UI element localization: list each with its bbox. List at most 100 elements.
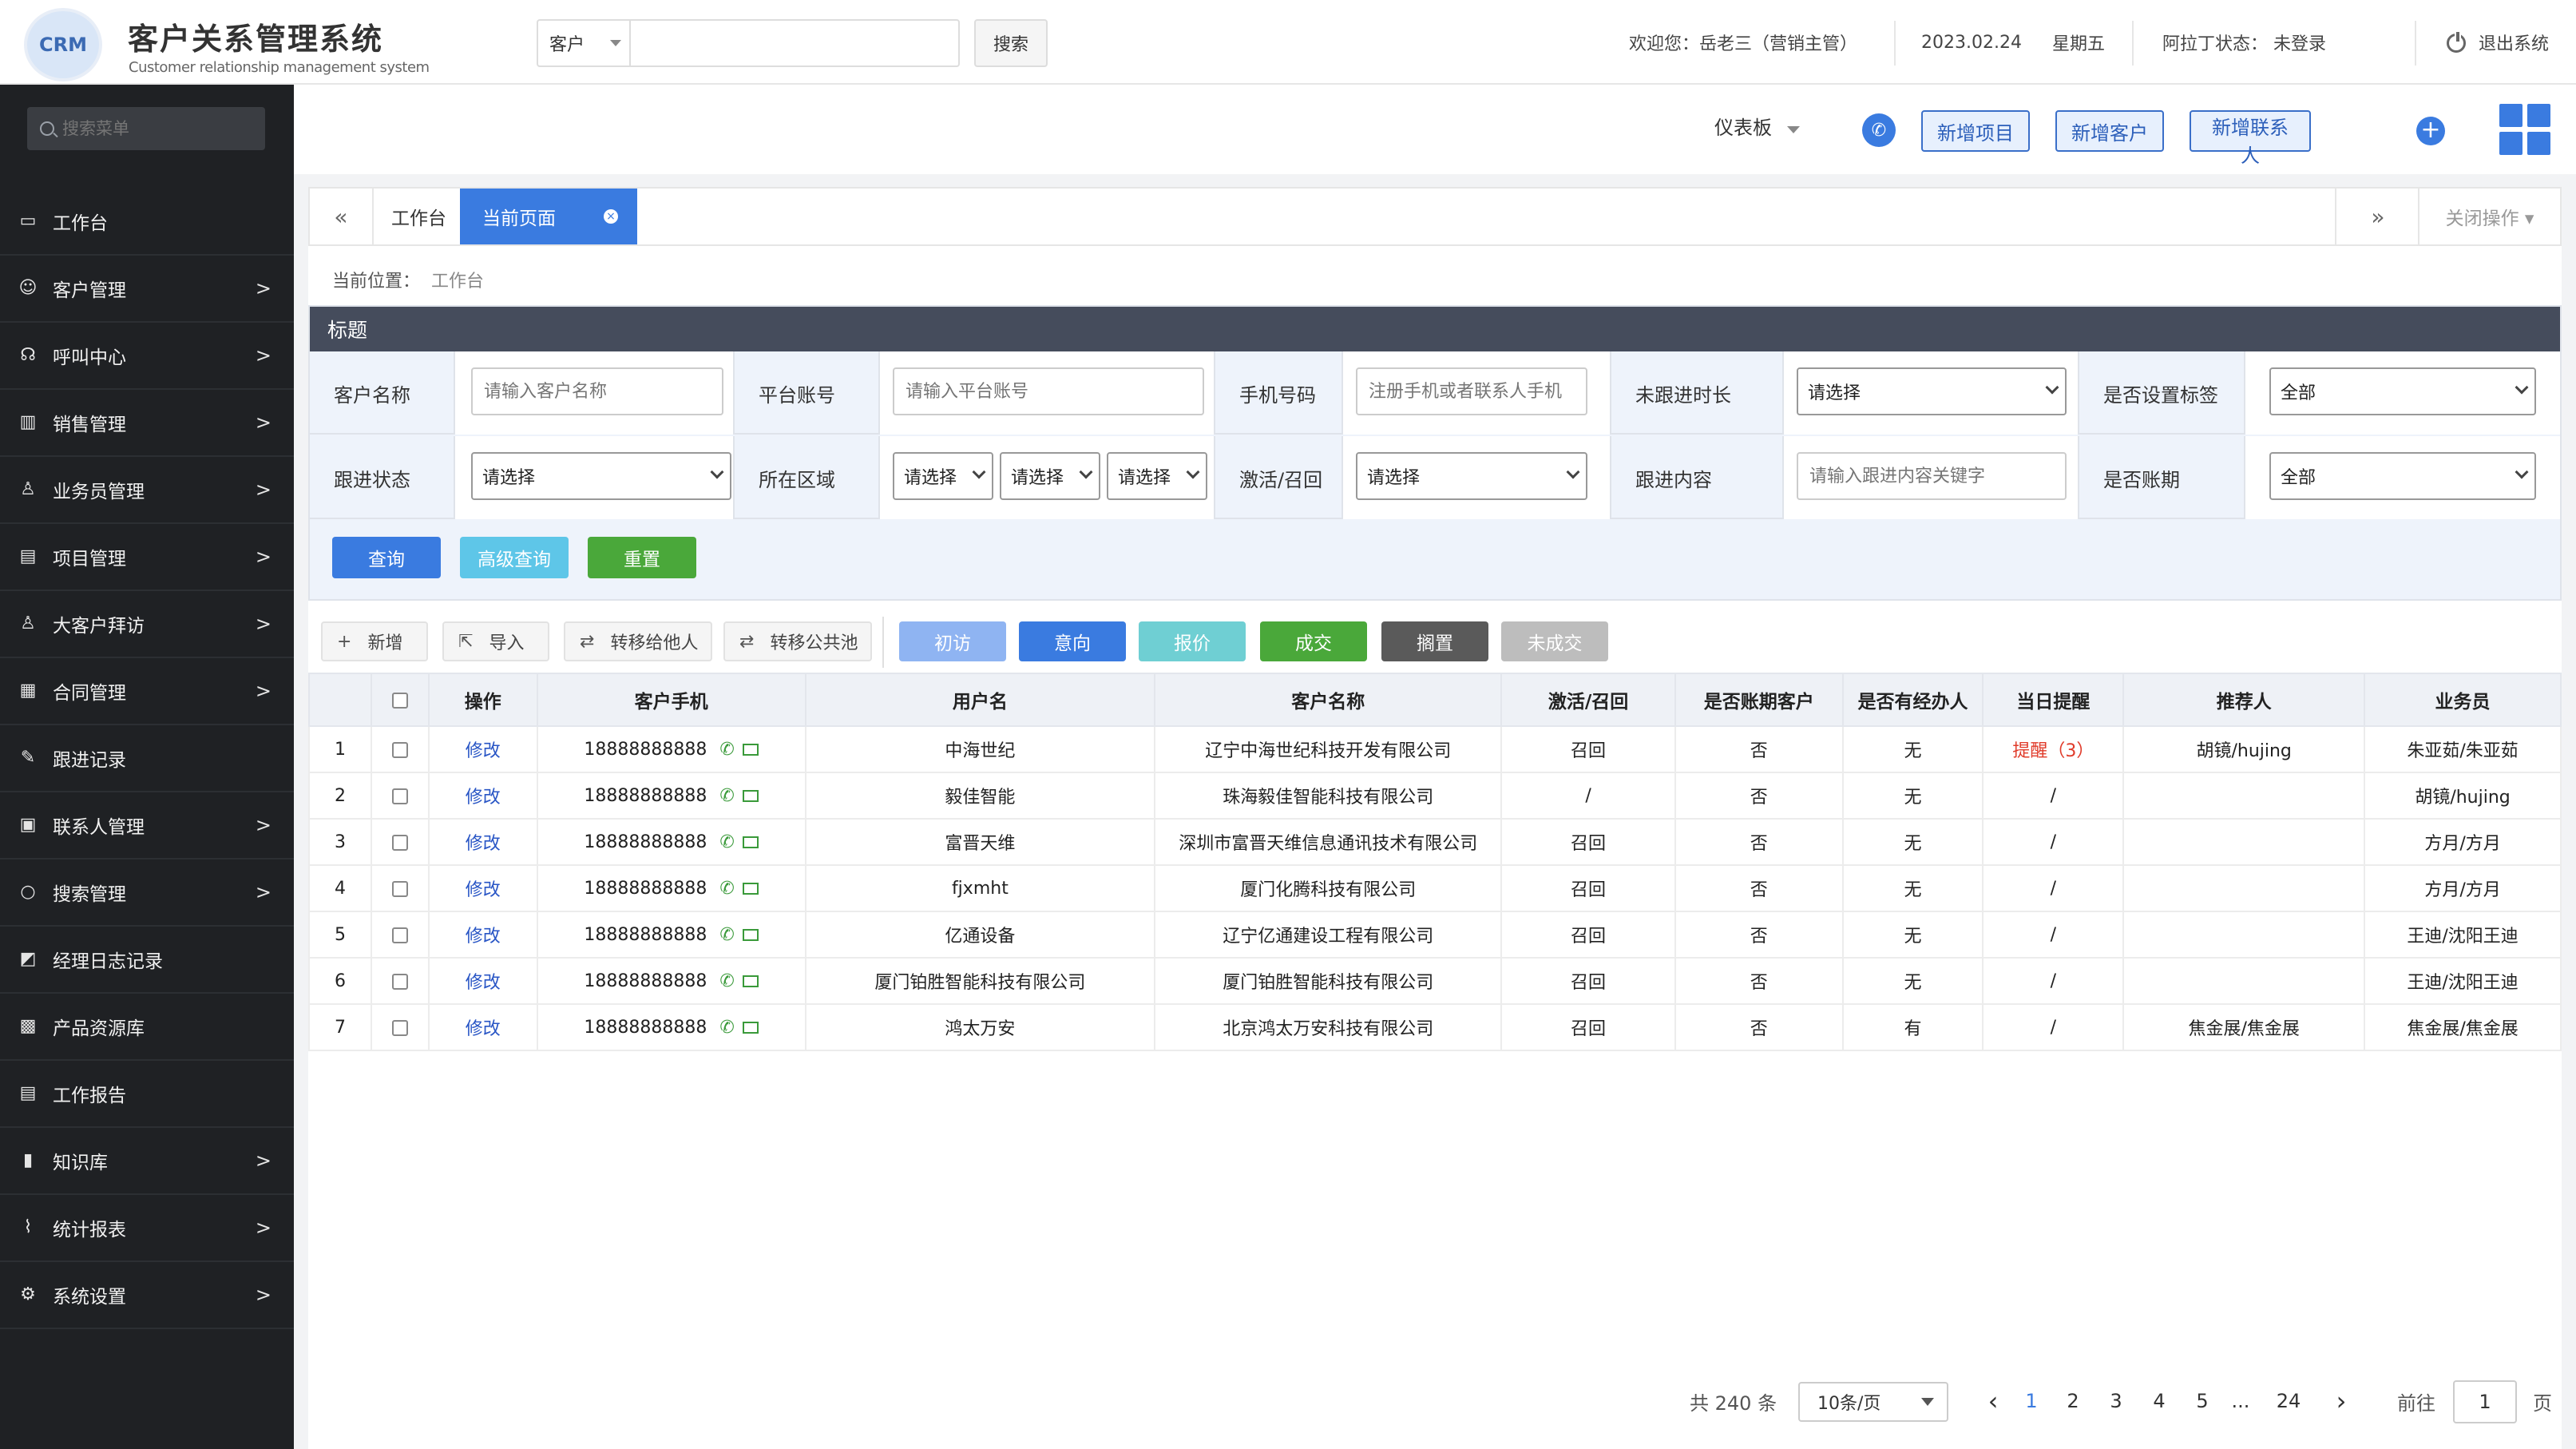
mail-icon[interactable] xyxy=(742,1022,759,1034)
mail-icon[interactable] xyxy=(742,744,759,756)
advanced-query-button[interactable]: 高级查询 xyxy=(460,537,569,578)
platform-account-input[interactable] xyxy=(893,367,1204,415)
mail-icon[interactable] xyxy=(742,929,759,941)
page-number[interactable]: 4 xyxy=(2143,1377,2175,1425)
caret-down-icon[interactable] xyxy=(1787,126,1800,133)
tab-workbench[interactable]: 工作台 xyxy=(375,189,464,244)
sidebar-item[interactable]: ♙ 业务员管理 > xyxy=(0,457,294,524)
row-checkbox[interactable] xyxy=(391,788,408,804)
sidebar-item[interactable]: ○ 搜索管理 > xyxy=(0,859,294,927)
next-page-icon[interactable]: › xyxy=(2325,1377,2357,1425)
reminder-value[interactable]: 提醒（3） xyxy=(2012,741,2094,761)
row-checkbox-cell[interactable] xyxy=(370,818,430,866)
page-number[interactable]: 2 xyxy=(2057,1377,2089,1425)
customer-name-input[interactable] xyxy=(471,367,723,415)
transfer-to-pool-button[interactable]: ⇄ 转移公共池 xyxy=(723,621,872,661)
mail-icon[interactable] xyxy=(742,790,759,802)
edit-link[interactable]: 修改 xyxy=(466,973,501,993)
region-district-select[interactable]: 请选择 xyxy=(1107,452,1207,500)
edit-link[interactable]: 修改 xyxy=(466,788,501,808)
phone-call-icon[interactable]: ✆ xyxy=(719,740,734,760)
status-button[interactable]: 未成交 xyxy=(1501,621,1608,661)
region-city-select[interactable]: 请选择 xyxy=(1000,452,1100,500)
sidebar-item[interactable]: ☊ 呼叫中心 > xyxy=(0,323,294,390)
no-follow-duration-select[interactable]: 请选择 xyxy=(1797,367,2067,415)
page-number[interactable]: 5 xyxy=(2186,1377,2218,1425)
row-checkbox-cell[interactable] xyxy=(370,957,430,1005)
close-operations-dropdown[interactable]: 关闭操作 ▾ xyxy=(2418,189,2560,244)
region-province-select[interactable]: 请选择 xyxy=(893,452,993,500)
search-input[interactable] xyxy=(631,21,958,66)
follow-status-select[interactable]: 请选择 xyxy=(471,452,731,500)
status-button[interactable]: 意向 xyxy=(1019,621,1126,661)
tag-setting-select[interactable]: 全部 xyxy=(2269,367,2536,415)
edit-link[interactable]: 修改 xyxy=(466,927,501,947)
mail-icon[interactable] xyxy=(742,836,759,848)
new-contact-button[interactable]: 新增联系人 xyxy=(2190,110,2311,167)
query-button[interactable]: 查询 xyxy=(332,537,441,578)
select-all-checkbox[interactable] xyxy=(391,692,408,709)
account-period-select[interactable]: 全部 xyxy=(2269,452,2536,500)
sidebar-item[interactable]: ▩ 产品资源库 xyxy=(0,994,294,1061)
sidebar-item[interactable]: ▭ 工作台 xyxy=(0,189,294,256)
menu-search-input[interactable] xyxy=(62,119,254,138)
sidebar-item[interactable]: ♙ 大客户拜访 > xyxy=(0,591,294,658)
mail-icon[interactable] xyxy=(742,975,759,987)
edit-link[interactable]: 修改 xyxy=(466,880,501,900)
follow-content-input[interactable] xyxy=(1797,452,2067,500)
row-checkbox-cell[interactable] xyxy=(370,1003,430,1051)
tab-next-icon[interactable]: » xyxy=(2335,189,2419,244)
goto-page-input[interactable] xyxy=(2453,1380,2517,1423)
phone-number-input[interactable] xyxy=(1356,367,1587,415)
page-size-select[interactable]: 10条/页 xyxy=(1798,1382,1948,1422)
breadcrumb-current[interactable]: 工作台 xyxy=(431,272,484,292)
sidebar-item[interactable]: ▤ 项目管理 > xyxy=(0,524,294,591)
row-checkbox[interactable] xyxy=(391,927,408,943)
row-checkbox[interactable] xyxy=(391,834,408,851)
phone-call-icon[interactable]: ✆ xyxy=(719,925,734,945)
activate-recall-select[interactable]: 请选择 xyxy=(1356,452,1587,500)
search-type-select[interactable]: 客户 xyxy=(538,21,631,66)
app-grid-icon[interactable] xyxy=(2499,104,2550,155)
sidebar-item[interactable]: ▤ 工作报告 xyxy=(0,1061,294,1128)
phone-call-icon[interactable]: ✆ xyxy=(719,1018,734,1038)
sidebar-item[interactable]: ✎ 跟进记录 xyxy=(0,725,294,792)
status-button[interactable]: 搁置 xyxy=(1381,621,1488,661)
close-icon[interactable]: × xyxy=(604,209,618,224)
add-button[interactable]: + 新增 xyxy=(321,621,428,661)
row-checkbox[interactable] xyxy=(391,880,408,897)
sidebar-item[interactable]: ☺ 客户管理 > xyxy=(0,256,294,323)
sidebar-item[interactable]: ▦ 合同管理 > xyxy=(0,658,294,725)
tab-prev-icon[interactable]: « xyxy=(310,189,374,244)
row-checkbox-cell[interactable] xyxy=(370,864,430,912)
sidebar-item[interactable]: ⚙ 系统设置 > xyxy=(0,1262,294,1329)
page-number[interactable]: 3 xyxy=(2100,1377,2132,1425)
row-checkbox-cell[interactable] xyxy=(370,772,430,820)
sidebar-item[interactable]: ▮ 知识库 > xyxy=(0,1128,294,1195)
phone-call-icon[interactable]: ✆ xyxy=(719,971,734,991)
page-ellipsis[interactable]: ... xyxy=(2225,1377,2257,1425)
search-button[interactable]: 搜索 xyxy=(974,19,1048,67)
status-button[interactable]: 报价 xyxy=(1139,621,1246,661)
status-button[interactable]: 初访 xyxy=(899,621,1006,661)
row-checkbox[interactable] xyxy=(391,1019,408,1036)
page-number[interactable]: 1 xyxy=(2015,1377,2047,1425)
sidebar-item[interactable]: ▥ 销售管理 > xyxy=(0,390,294,457)
phone-call-icon[interactable]: ✆ xyxy=(719,786,734,806)
edit-link[interactable]: 修改 xyxy=(466,1019,501,1039)
sidebar-item[interactable]: ◩ 经理日志记录 xyxy=(0,927,294,994)
reset-button[interactable]: 重置 xyxy=(588,537,696,578)
plus-icon[interactable]: + xyxy=(2416,117,2445,145)
phone-call-icon[interactable]: ✆ xyxy=(719,879,734,899)
new-project-button[interactable]: 新增项目 xyxy=(1921,110,2030,152)
row-checkbox-cell[interactable] xyxy=(370,911,430,959)
mail-icon[interactable] xyxy=(742,883,759,895)
phone-icon[interactable]: ✆ xyxy=(1862,113,1896,147)
row-checkbox[interactable] xyxy=(391,741,408,758)
edit-link[interactable]: 修改 xyxy=(466,834,501,854)
transfer-to-other-button[interactable]: ⇄ 转移给他人 xyxy=(564,621,712,661)
new-customer-button[interactable]: 新增客户 xyxy=(2055,110,2164,152)
import-button[interactable]: ⇱ 导入 xyxy=(442,621,549,661)
dashboard-dropdown[interactable]: 仪表板 xyxy=(1714,112,1772,140)
sidebar-item[interactable]: ⌇ 统计报表 > xyxy=(0,1195,294,1262)
